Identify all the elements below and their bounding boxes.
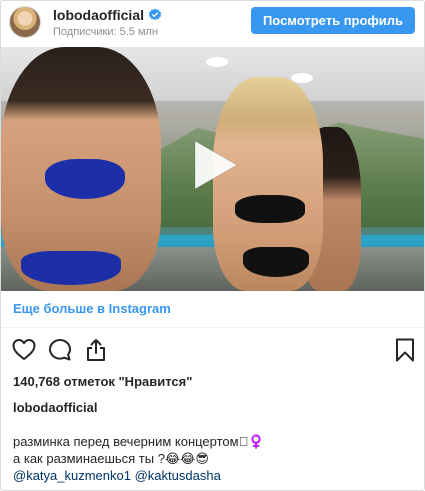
view-profile-button[interactable]: Посмотреть профиль [251,7,415,34]
post-caption: разминка перед вечерним концертом🏻‍♀️ а … [13,433,265,484]
bookmark-icon[interactable] [392,337,418,363]
bikini-top [45,159,125,199]
caption-line-1: разминка перед вечерним концертом🏻‍♀️ [13,434,265,449]
action-bar [1,337,424,365]
avatar[interactable] [9,6,41,38]
share-icon[interactable] [83,337,109,363]
caption-mentions: @katya_kuzmenko1 @kaktusdasha [13,467,265,484]
caption-line-2: а как разминаешься ты ?😂😂😎 [13,451,209,466]
mention-link[interactable]: @kaktusdasha [135,468,221,483]
canopy-light [206,57,228,67]
comment-icon[interactable] [47,337,73,363]
likes-count[interactable]: 140,768 отметок "Нравится" [13,374,192,389]
post-header: lobodaofficial Подписчики: 5.5 млн Посмо… [1,1,424,47]
bikini-bottom [21,251,121,285]
instagram-embed-card: lobodaofficial Подписчики: 5.5 млн Посмо… [0,0,425,491]
play-icon[interactable] [183,135,243,195]
heart-icon[interactable] [11,337,37,363]
mention-link[interactable]: @katya_kuzmenko1 [13,468,131,483]
post-author[interactable]: lobodaofficial [13,400,98,415]
view-more-on-instagram-link[interactable]: Еще больше в Instagram [13,301,171,316]
followers-count: Подписчики: 5.5 млн [53,26,159,38]
bikini-bottom [243,247,309,277]
bikini-top [235,195,305,223]
verified-badge-icon [148,8,162,25]
divider [1,327,424,328]
username-row[interactable]: lobodaofficial [53,7,162,25]
person-1 [1,47,161,291]
username[interactable]: lobodaofficial [53,7,144,23]
video-thumbnail[interactable] [1,47,424,291]
